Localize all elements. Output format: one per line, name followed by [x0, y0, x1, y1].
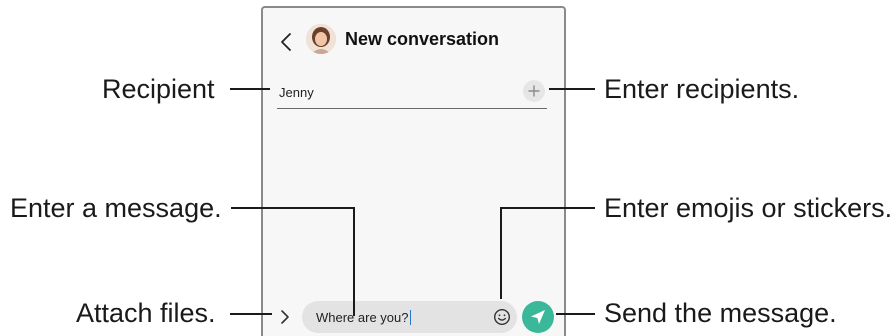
- smiley-icon[interactable]: [493, 308, 511, 326]
- callout-enter-recipients: Enter recipients.: [604, 74, 800, 104]
- conversation-header: New conversation: [263, 22, 564, 62]
- callout-recipient: Recipient: [102, 74, 215, 104]
- callout-line-send-message: [556, 313, 595, 315]
- callout-send-message: Send the message.: [604, 298, 837, 328]
- callout-line-enter-emojis-v: [500, 207, 502, 299]
- callout-line-enter-message-v: [353, 207, 355, 316]
- send-button[interactable]: [522, 301, 554, 333]
- callout-enter-emojis: Enter emojis or stickers.: [604, 193, 893, 223]
- page-title: New conversation: [345, 29, 500, 49]
- callout-line-enter-recipients: [549, 88, 595, 90]
- plus-icon[interactable]: [523, 80, 545, 102]
- composer-bar: Where are you?: [263, 298, 564, 336]
- callout-enter-message: Enter a message.: [10, 193, 222, 223]
- message-input[interactable]: Where are you?: [302, 301, 517, 333]
- text-caret: [409, 310, 411, 325]
- avatar[interactable]: [306, 24, 336, 54]
- phone-screen: New conversation Jenny Where are you?: [261, 6, 566, 336]
- callout-line-recipient: [230, 88, 270, 90]
- chevron-left-icon[interactable]: [277, 30, 297, 54]
- recipient-field[interactable]: Jenny: [277, 76, 547, 109]
- callout-line-enter-emojis-h: [500, 207, 595, 209]
- recipient-value[interactable]: Jenny: [279, 85, 314, 100]
- chevron-right-icon[interactable]: [277, 307, 293, 327]
- callout-line-enter-message-h: [231, 207, 355, 209]
- callout-line-attach-files: [230, 313, 272, 315]
- callout-attach-files: Attach files.: [76, 298, 216, 328]
- send-arrow-icon: [531, 310, 545, 324]
- message-text[interactable]: Where are you?: [316, 310, 411, 325]
